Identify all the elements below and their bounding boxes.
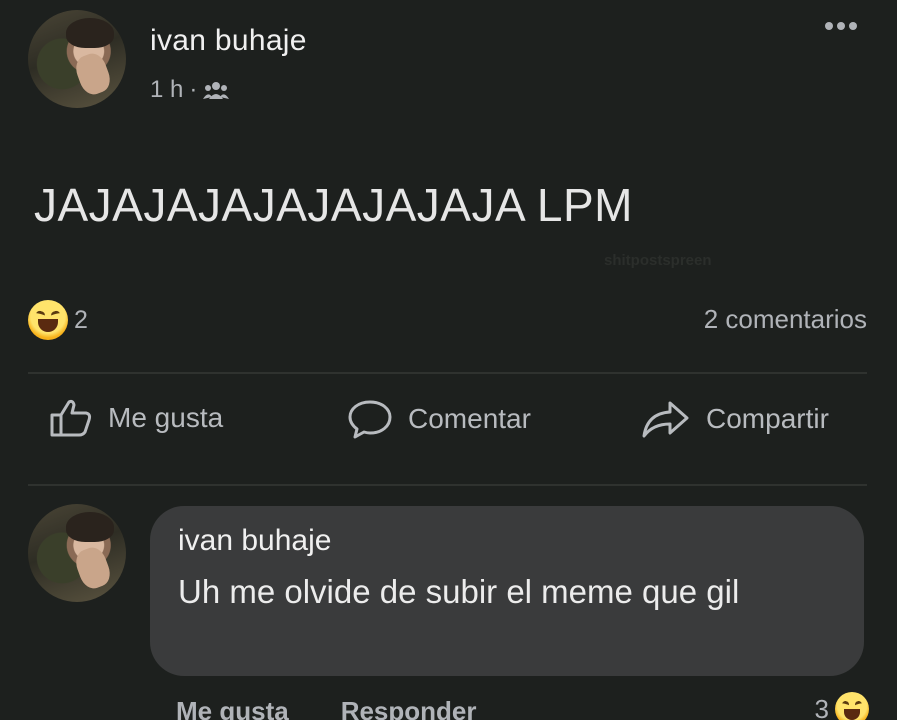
comment-like-link[interactable]: Me gusta	[176, 696, 289, 720]
more-dot	[837, 22, 845, 30]
share-button[interactable]: Compartir	[640, 398, 829, 440]
divider	[28, 484, 867, 486]
more-dot	[825, 22, 833, 30]
speech-bubble-icon	[348, 400, 392, 439]
author-avatar[interactable]	[28, 10, 126, 108]
haha-icon	[28, 300, 68, 340]
comments-count-link[interactable]: 2 comentarios	[704, 304, 867, 335]
post-reactions[interactable]: 2	[28, 300, 88, 340]
like-label: Me gusta	[108, 402, 224, 433]
share-arrow-icon	[642, 401, 689, 438]
haha-icon	[835, 692, 869, 720]
friends-icon	[203, 82, 230, 99]
post-text: JAJAJAJAJAJAJAJAJA LPM	[34, 179, 633, 231]
more-dot	[849, 22, 857, 30]
author-name[interactable]: ivan buhaje	[150, 24, 307, 58]
post-meta: 1 h ·	[150, 76, 230, 104]
like-button[interactable]: Me gusta	[48, 398, 223, 438]
divider	[28, 372, 867, 374]
meta-separator: ·	[189, 76, 198, 103]
post-header: ivan buhaje 1 h ·	[28, 10, 867, 110]
post-time[interactable]: 1 h	[150, 76, 183, 104]
thumbs-up-icon	[50, 399, 92, 437]
watermark: shitpostspreen	[604, 252, 712, 269]
facebook-post: ivan buhaje 1 h · JAJAJAJAJAJAJAJAJA LPM…	[0, 0, 897, 720]
share-label: Compartir	[706, 403, 829, 434]
more-options-icon[interactable]	[825, 22, 857, 30]
comment-bubble: ivan buhaje Uh me olvide de subir el mem…	[150, 506, 864, 676]
action-bar: Me gusta Comentar Compartir	[28, 398, 867, 462]
comment-text: Uh me olvide de subir el meme que gil	[178, 573, 740, 610]
comment-reactions[interactable]: 3	[815, 692, 869, 720]
reaction-count: 2	[74, 305, 88, 334]
comment-reaction-count: 3	[814, 693, 829, 720]
comment-button[interactable]: Comentar	[346, 398, 531, 440]
comment-reply-link[interactable]: Responder	[341, 696, 477, 720]
commenter-avatar[interactable]	[28, 504, 126, 602]
comment-label: Comentar	[408, 403, 531, 434]
comment-actions: Me gusta Responder	[176, 696, 477, 720]
comment-author[interactable]: ivan buhaje	[178, 524, 331, 558]
